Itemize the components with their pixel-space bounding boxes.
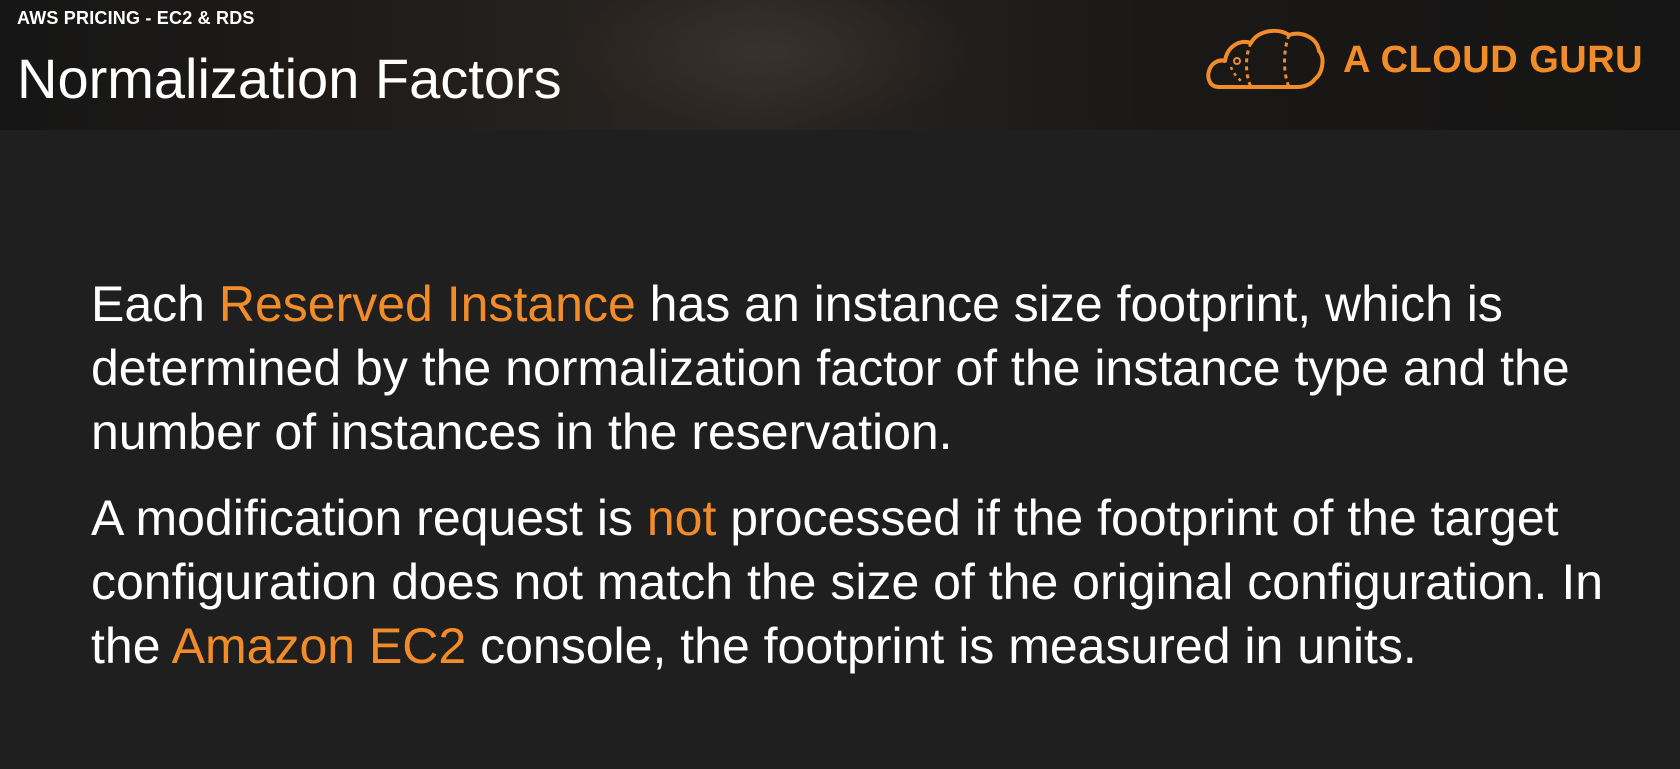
paragraph-modification-text-end: console, the footprint is measured in un…: [466, 618, 1417, 674]
paragraph-modification: A modification request is not processed …: [91, 486, 1611, 678]
paragraph-modification-text-start: A modification request is: [91, 490, 647, 546]
highlight-not: not: [646, 490, 717, 546]
paragraph-footprint-text-start: Each: [91, 276, 219, 332]
paragraph-footprint: Each Reserved Instance has an instance s…: [91, 272, 1611, 464]
cloud-guru-logo-icon: [1206, 28, 1325, 89]
header-background-photo: [560, 0, 980, 130]
highlight-amazon-ec2: Amazon EC2: [171, 618, 467, 674]
header-bar: AWS PRICING - EC2 & RDS Normalization Fa…: [0, 0, 1680, 130]
page-title: Normalization Factors: [17, 47, 562, 110]
brand-logo: A CLOUD GURU: [1205, 24, 1643, 96]
brand-name: A CLOUD GURU: [1343, 38, 1644, 81]
slide-body: Each Reserved Instance has an instance s…: [91, 272, 1611, 678]
highlight-reserved-instance: Reserved Instance: [218, 276, 636, 332]
section-label: AWS PRICING - EC2 & RDS: [17, 8, 255, 28]
slide: AWS PRICING - EC2 & RDS Normalization Fa…: [0, 0, 1680, 769]
